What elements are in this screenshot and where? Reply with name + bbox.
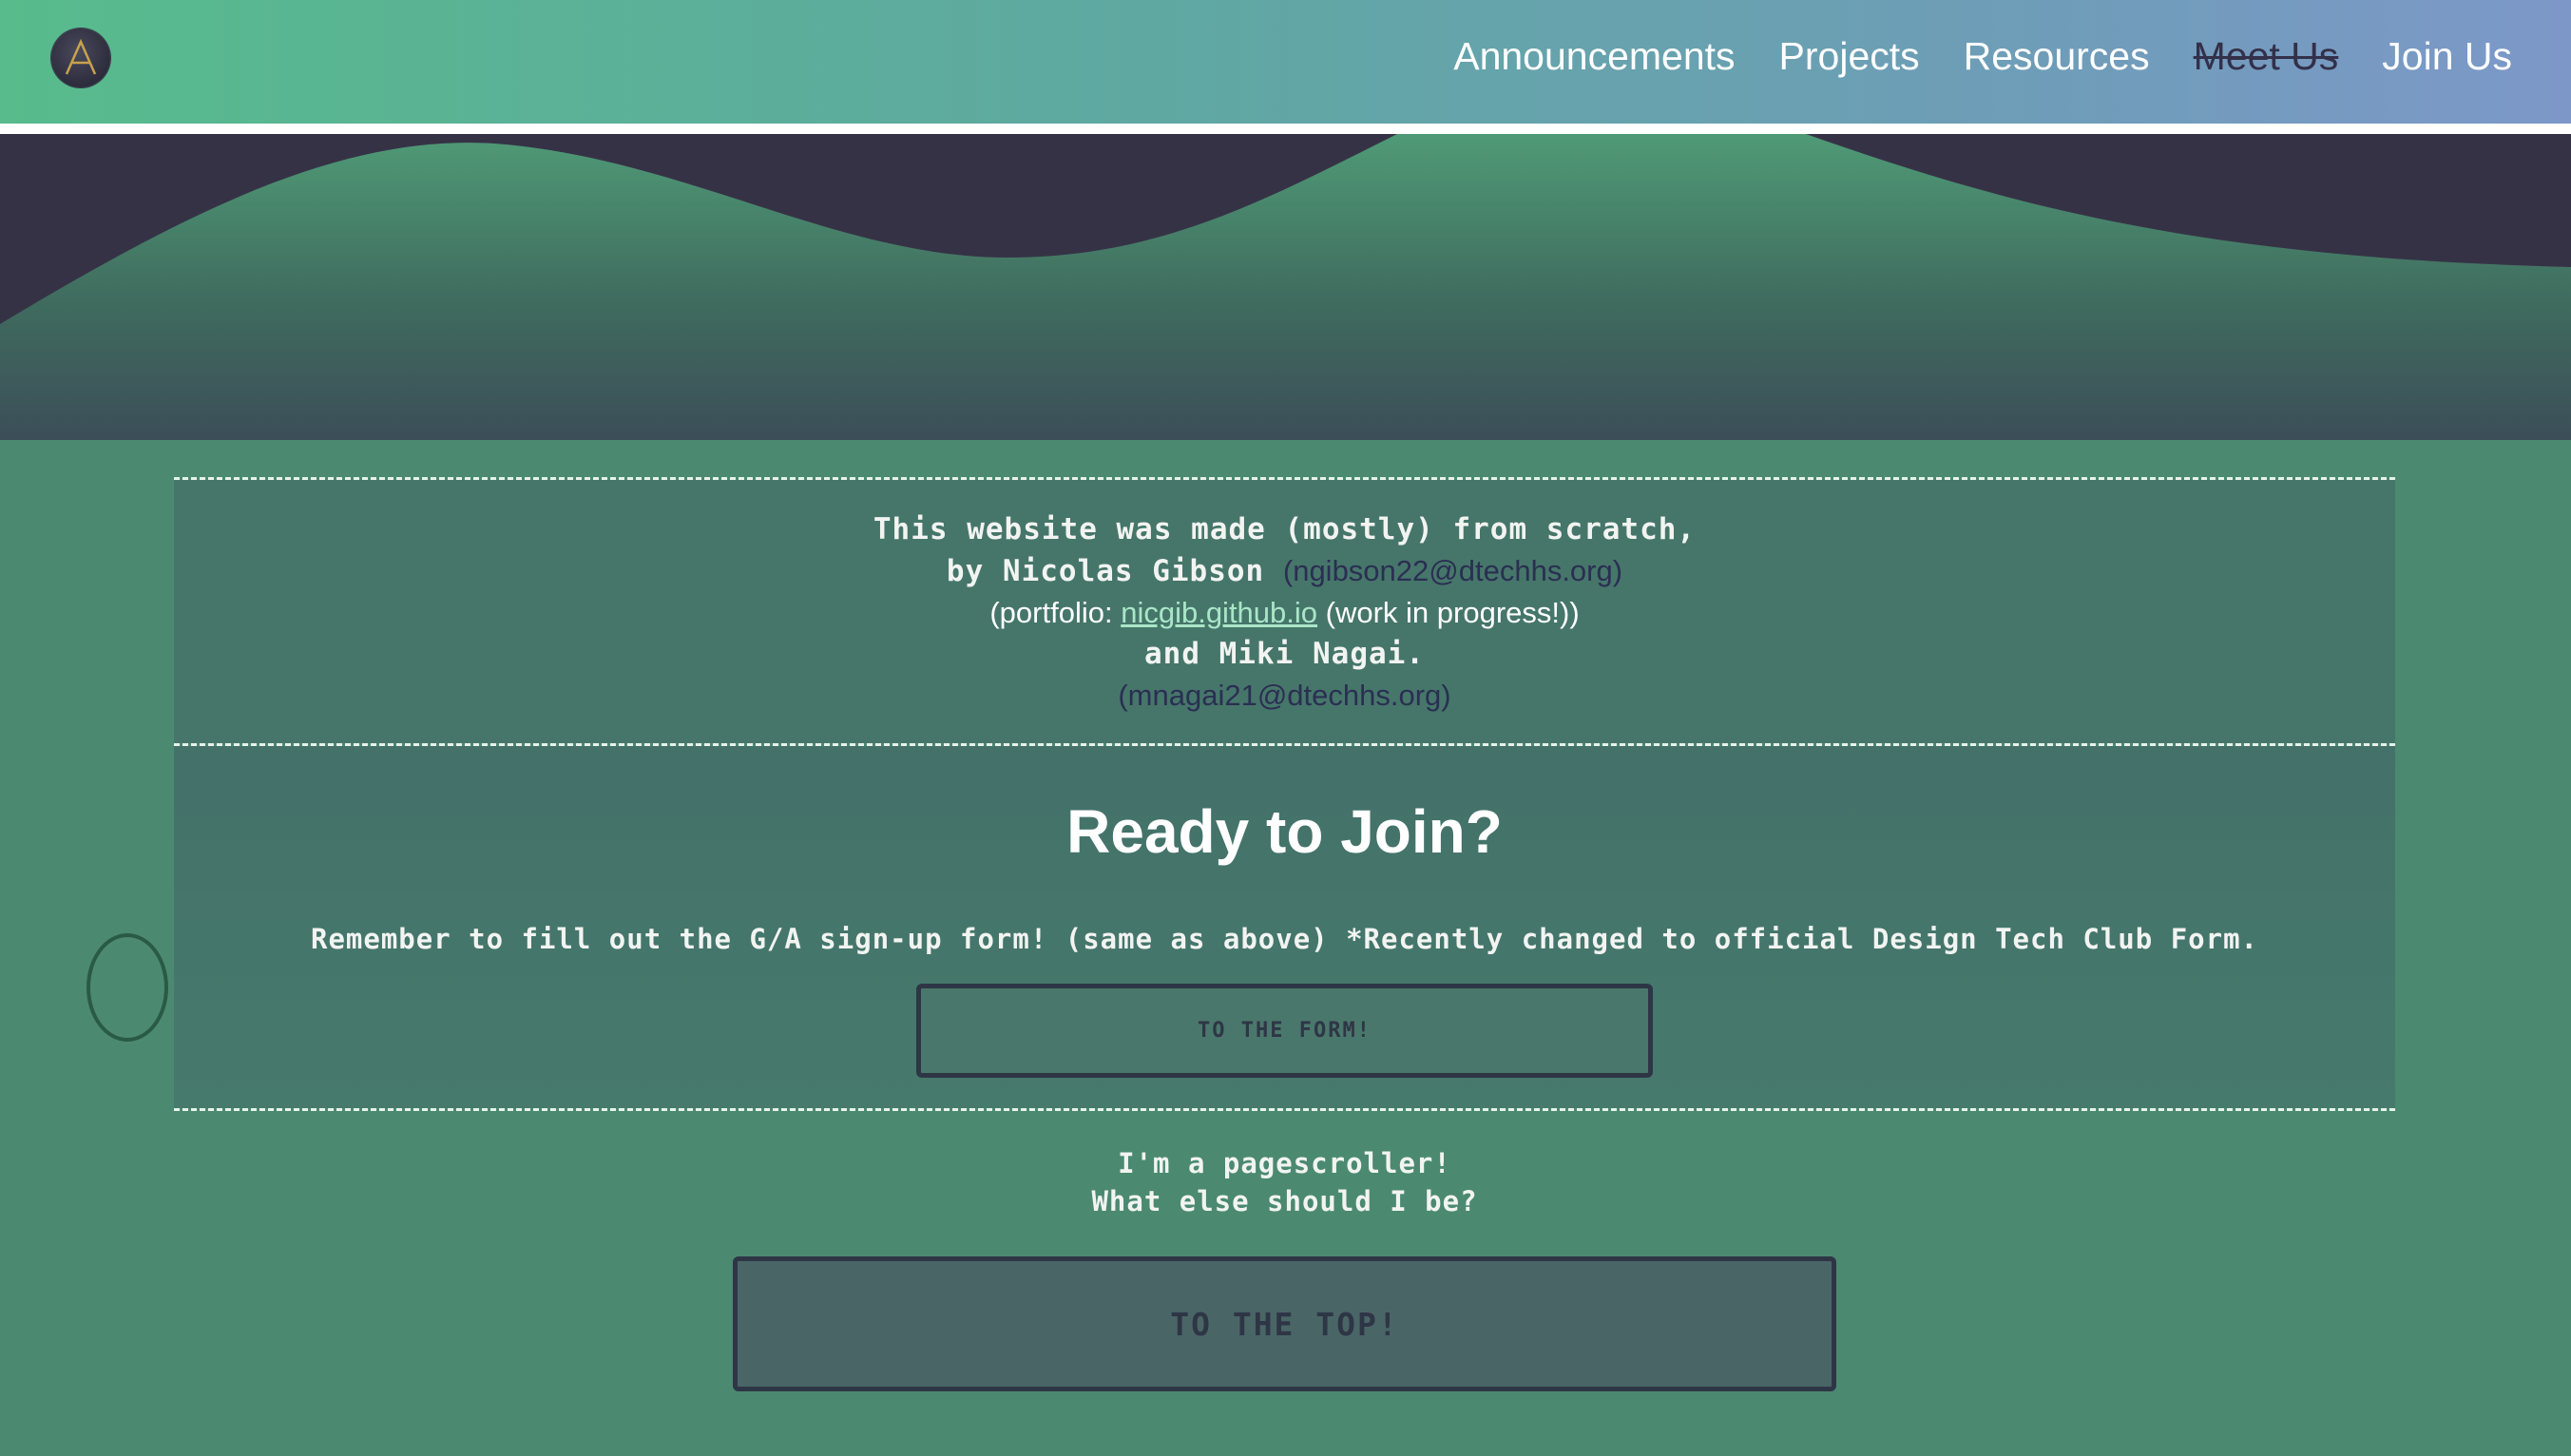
pagescroller-text: I'm a pagescroller! What else should I b… (174, 1144, 2395, 1220)
header-divider (0, 124, 2571, 134)
main-nav: Announcements Projects Resources Meet Us… (1453, 34, 2512, 79)
signup-reminder: Remember to fill out the G/A sign-up for… (310, 923, 2258, 955)
portfolio-link[interactable]: nicgib.github.io (1121, 596, 1317, 629)
email-miki: (mnagai21@dtechhs.org) (1118, 679, 1451, 712)
credits-line-4: and Miki Nagai. (1144, 637, 1425, 671)
credits-line-3: (portfolio: nicgib.github.io (work in pr… (989, 596, 1580, 629)
site-header: Announcements Projects Resources Meet Us… (0, 0, 2571, 124)
nav-join-us[interactable]: Join Us (2382, 34, 2512, 79)
credits-line-2: by Nicolas Gibson (ngibson22@dtechhs.org… (946, 554, 1623, 588)
email-nicolas: (ngibson22@dtechhs.org) (1282, 554, 1623, 587)
nav-meet-us[interactable]: Meet Us (2194, 34, 2339, 79)
cursor-ring (86, 933, 168, 1042)
nav-announcements[interactable]: Announcements (1453, 34, 1735, 79)
join-title: Ready to Join? (1066, 797, 1503, 866)
divider-bottom (174, 1108, 2395, 1111)
pagescroller-line-1: I'm a pagescroller! (1118, 1147, 1451, 1179)
logo-icon[interactable] (51, 29, 110, 87)
pagescroller-line-2: What else should I be? (1091, 1185, 1478, 1217)
nav-resources[interactable]: Resources (1964, 34, 2150, 79)
credits-text: This website was made (mostly) from scra… (174, 509, 2395, 716)
nav-projects[interactable]: Projects (1779, 34, 1920, 79)
wave-hero (0, 134, 2571, 450)
to-the-top-button[interactable]: TO THE TOP! (733, 1256, 1836, 1391)
credits-line-1: This website was made (mostly) from scra… (873, 512, 1697, 546)
to-the-form-button[interactable]: TO THE FORM! (916, 984, 1653, 1078)
